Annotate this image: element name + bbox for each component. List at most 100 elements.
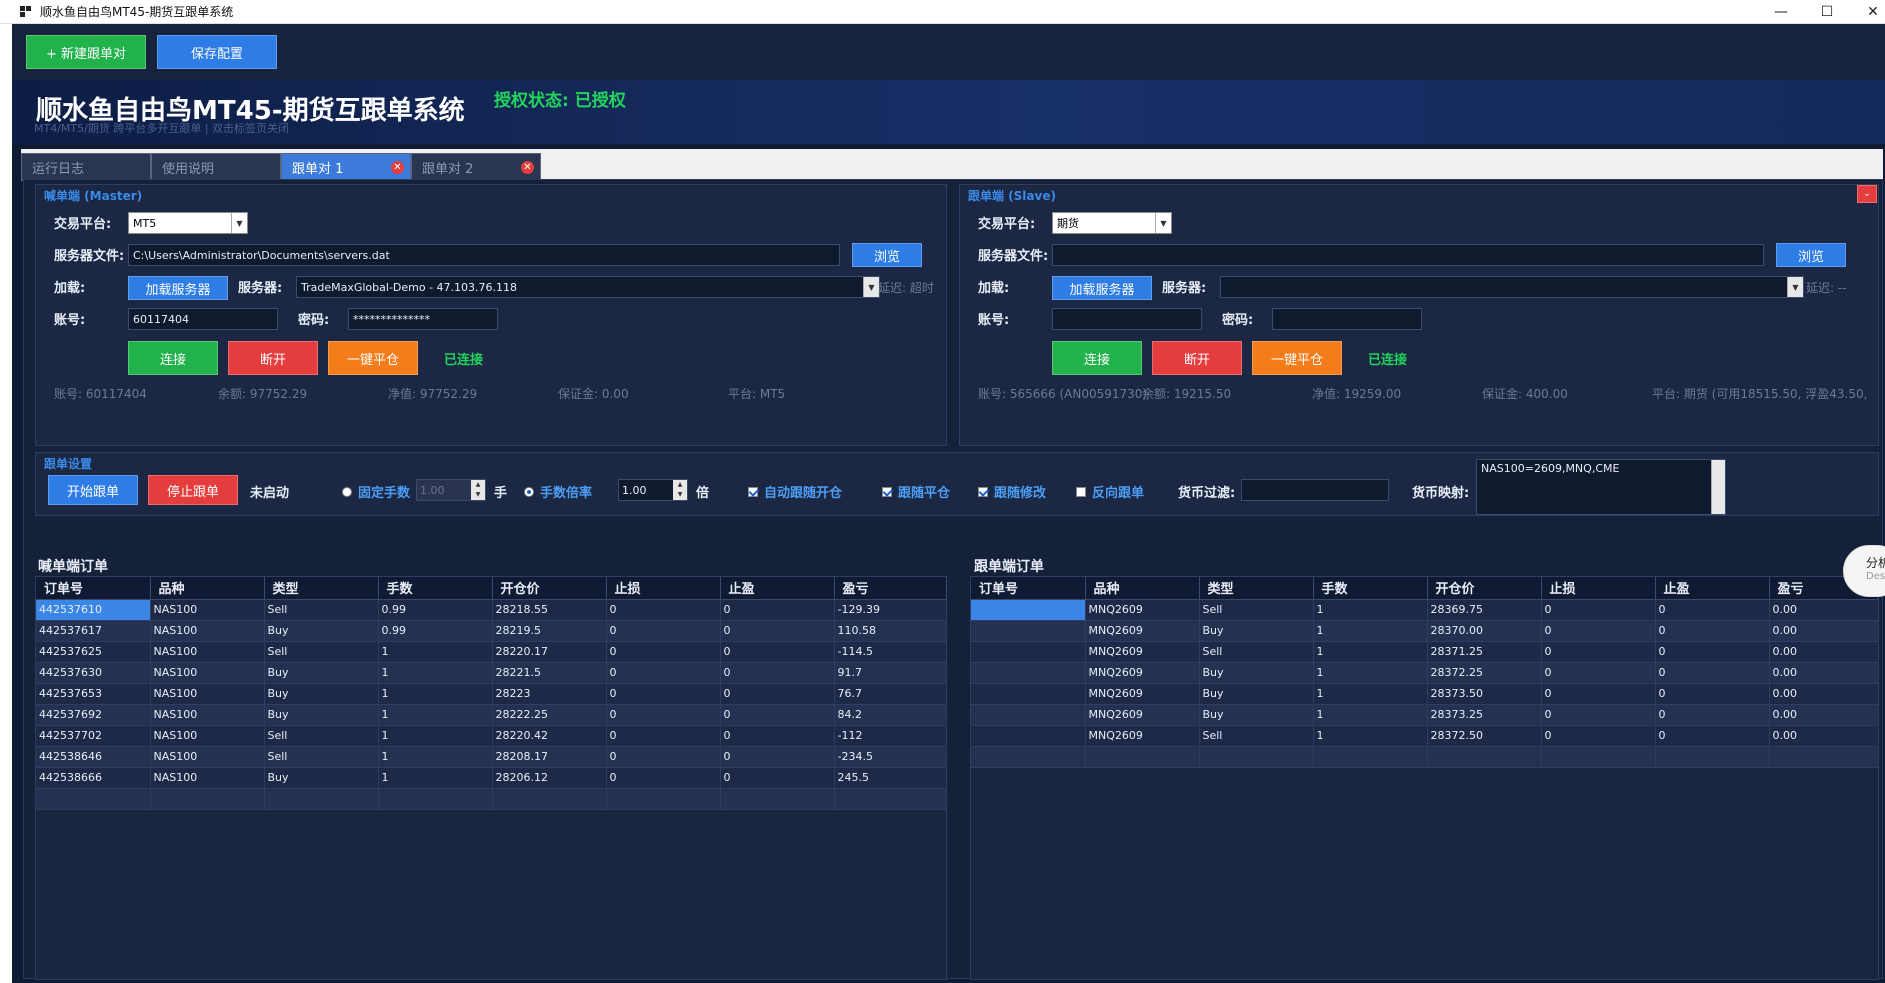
table-cell: [971, 641, 1086, 663]
table-row[interactable]: MNQ2609 Buy 1 28372.25 0 0 0.00: [971, 662, 1879, 684]
master-browse-button[interactable]: 浏览: [852, 243, 922, 267]
slave-load-server-button[interactable]: 加载服务器: [1052, 276, 1152, 300]
table-row[interactable]: 442537610 NAS100 Sell 0.99 28218.55 0 0 -129.39: [36, 599, 947, 621]
column-header[interactable]: 盈亏: [834, 577, 947, 600]
header-banner: MT4/MT5/期货 跨平台多开互跟单 | 双击标签页关闭 顺水鱼自由鸟MT45…: [12, 80, 1885, 144]
reverse-copy-checkbox[interactable]: 反向跟单: [1076, 482, 1144, 501]
textarea-scrollbar[interactable]: [1711, 460, 1725, 514]
close-tab-icon[interactable]: ✕: [521, 161, 534, 174]
auto-follow-open-checkbox[interactable]: 自动跟随开仓: [748, 482, 842, 501]
stepper-arrows[interactable]: ▲ ▼: [471, 480, 485, 500]
master-disconnect-button[interactable]: 断开: [228, 341, 318, 375]
save-config-button[interactable]: 保存配置: [157, 35, 277, 69]
column-header[interactable]: 类型: [264, 577, 379, 600]
table-row[interactable]: 442537630 NAS100 Buy 1 28221.5 0 0 91.7: [36, 662, 947, 684]
tab-instructions[interactable]: 使用说明: [151, 153, 281, 181]
table-cell: 1: [1313, 599, 1428, 621]
column-header[interactable]: 开仓价: [492, 577, 607, 600]
master-platform-select[interactable]: MT5 ▼: [128, 212, 248, 234]
table-cell: 0: [606, 662, 721, 684]
table-cell: [1541, 746, 1656, 768]
table-row[interactable]: [36, 788, 947, 810]
table-row[interactable]: 442537625 NAS100 Sell 1 28220.17 0 0 -114.5: [36, 641, 947, 663]
maximize-button[interactable]: ☐: [1804, 0, 1850, 24]
tab-pair-1[interactable]: 跟单对 1 ✕: [281, 153, 411, 181]
column-header[interactable]: 止盈: [1655, 577, 1770, 600]
checkbox-icon: [1076, 486, 1086, 497]
column-header[interactable]: 品种: [1085, 577, 1200, 600]
table-row[interactable]: MNQ2609 Sell 1 28371.25 0 0 0.00: [971, 641, 1879, 663]
lot-multiplier-stepper[interactable]: 1.00 ▲ ▼: [618, 479, 688, 501]
column-header[interactable]: 止盈: [720, 577, 835, 600]
column-header[interactable]: 类型: [1199, 577, 1314, 600]
follow-modify-checkbox[interactable]: 跟随修改: [978, 482, 1046, 501]
table-row[interactable]: MNQ2609 Sell 1 28372.50 0 0 0.00: [971, 725, 1879, 747]
column-header[interactable]: 订单号: [971, 577, 1086, 600]
table-cell: 1: [1313, 662, 1428, 684]
column-header[interactable]: 订单号: [36, 577, 151, 600]
table-cell: 0: [1541, 704, 1656, 726]
slave-account-input[interactable]: [1052, 308, 1202, 330]
stepper-arrows[interactable]: ▲ ▼: [673, 480, 687, 500]
table-row[interactable]: MNQ2609 Buy 1 28373.25 0 0 0.00: [971, 704, 1879, 726]
table-row[interactable]: 442537617 NAS100 Buy 0.99 28219.5 0 0 110.58: [36, 620, 947, 642]
table-row[interactable]: MNQ2609 Buy 1 28370.00 0 0 0.00: [971, 620, 1879, 642]
start-copy-button[interactable]: 开始跟单: [48, 475, 138, 505]
table-cell: 442537617: [36, 620, 151, 642]
slave-close-all-button[interactable]: 一键平仓: [1252, 341, 1342, 375]
table-cell: 0: [606, 746, 721, 768]
master-load-server-button[interactable]: 加载服务器: [128, 276, 228, 300]
tab-run-log[interactable]: 运行日志: [21, 153, 151, 181]
stop-copy-button[interactable]: 停止跟单: [148, 475, 238, 505]
slave-browse-button[interactable]: 浏览: [1776, 243, 1846, 267]
textarea-value: NAS100=2609,MNQ,CME: [1481, 462, 1620, 475]
table-row[interactable]: 442538646 NAS100 Sell 1 28208.17 0 0 -234.5: [36, 746, 947, 768]
window-titlebar: 顺水鱼自由鸟MT45-期货互跟单系统 — ☐ ✕: [0, 0, 1885, 24]
table-row[interactable]: 442537653 NAS100 Buy 1 28223 0 0 76.7: [36, 683, 947, 705]
table-cell: 0.00: [1769, 662, 1879, 684]
lot-multiplier-radio[interactable]: 手数倍率: [524, 482, 592, 501]
slave-server-select[interactable]: ▼: [1220, 276, 1804, 298]
collapse-icon[interactable]: ⌄: [1857, 185, 1877, 203]
table-cell: NAS100: [150, 725, 265, 747]
close-window-button[interactable]: ✕: [1850, 0, 1885, 24]
master-connect-button[interactable]: 连接: [128, 341, 218, 375]
column-header[interactable]: 开仓价: [1427, 577, 1542, 600]
tab-pair-2[interactable]: 跟单对 2 ✕: [411, 153, 541, 181]
table-cell: 0: [1541, 662, 1656, 684]
currency-filter-input[interactable]: [1241, 479, 1389, 501]
column-header[interactable]: 手数: [378, 577, 493, 600]
column-header[interactable]: 止损: [1541, 577, 1656, 600]
master-server-select[interactable]: TradeMaxGlobal-Demo - 47.103.76.118 ▼: [296, 276, 880, 298]
table-cell: 0: [1655, 725, 1770, 747]
column-header[interactable]: 品种: [150, 577, 265, 600]
table-row[interactable]: [971, 746, 1879, 768]
fixed-lots-stepper[interactable]: 1.00 ▲ ▼: [416, 479, 486, 501]
master-close-all-button[interactable]: 一键平仓: [328, 341, 418, 375]
table-cell: [971, 746, 1086, 768]
slave-connect-button[interactable]: 连接: [1052, 341, 1142, 375]
table-cell: 1: [378, 662, 493, 684]
table-cell: NAS100: [150, 641, 265, 663]
slave-platform-select[interactable]: 期货 ▼: [1052, 212, 1172, 234]
master-account-input[interactable]: 60117404: [128, 308, 278, 330]
master-password-input[interactable]: **************: [348, 308, 498, 330]
slave-disconnect-button[interactable]: 断开: [1152, 341, 1242, 375]
table-row[interactable]: 442537692 NAS100 Buy 1 28222.25 0 0 84.2: [36, 704, 947, 726]
column-header[interactable]: 手数: [1313, 577, 1428, 600]
table-row[interactable]: 442537702 NAS100 Sell 1 28220.42 0 0 -112: [36, 725, 947, 747]
currency-map-textarea[interactable]: NAS100=2609,MNQ,CME: [1476, 459, 1726, 515]
minimize-button[interactable]: —: [1758, 0, 1804, 24]
table-row[interactable]: MNQ2609 Buy 1 28373.50 0 0 0.00: [971, 683, 1879, 705]
new-pair-button[interactable]: + 新建跟单对: [26, 35, 146, 69]
master-server-file-input[interactable]: C:\Users\Administrator\Documents\servers…: [128, 244, 840, 266]
follow-close-checkbox[interactable]: 跟随平仓: [882, 482, 950, 501]
slave-server-file-input[interactable]: [1052, 244, 1764, 266]
table-row[interactable]: MNQ2609 Sell 1 28369.75 0 0 0.00: [971, 599, 1879, 621]
fixed-lots-radio[interactable]: 固定手数: [342, 482, 410, 501]
column-header[interactable]: 止损: [606, 577, 721, 600]
table-cell: 1: [1313, 725, 1428, 747]
table-row[interactable]: 442538666 NAS100 Buy 1 28206.12 0 0 245.5: [36, 767, 947, 789]
slave-password-input[interactable]: [1272, 308, 1422, 330]
close-tab-icon[interactable]: ✕: [391, 161, 404, 174]
